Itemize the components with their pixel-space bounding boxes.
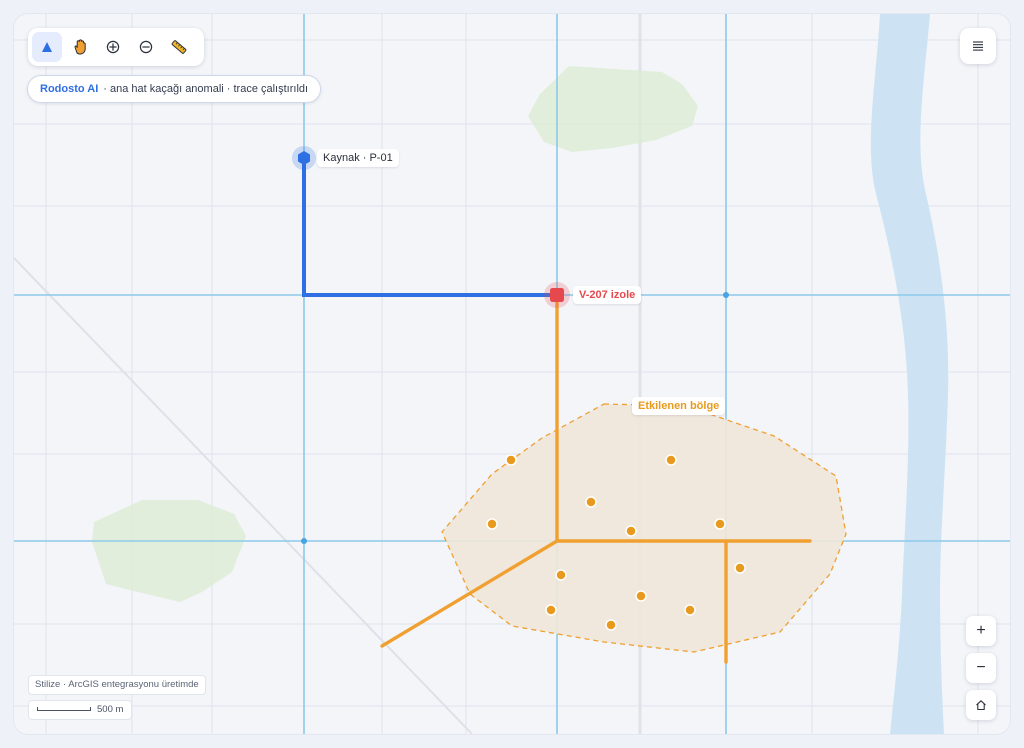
source-marker-icon[interactable]: [292, 146, 316, 170]
scale-label: 500 m: [97, 704, 124, 715]
river: [870, 14, 949, 734]
zoom-in-button[interactable]: +: [966, 616, 996, 646]
affected-zone-label: Etkilenen bölge: [632, 397, 726, 415]
service-connection: [585, 496, 597, 508]
ai-status-message: · ana hat kaçağı anomali · trace çalıştı…: [103, 83, 309, 95]
source-label: Kaynak · P-01: [317, 149, 399, 167]
map-canvas[interactable]: [14, 14, 1010, 734]
service-connection: [555, 569, 567, 581]
pointer-arrow-icon: [42, 42, 52, 52]
layers-menu-button[interactable]: [960, 28, 996, 64]
grid-junction: [723, 292, 729, 298]
valve-label: V-207 izole: [573, 286, 642, 304]
scale-bar-line: [37, 707, 91, 711]
service-connection: [714, 518, 726, 530]
service-connection: [505, 454, 517, 466]
zoom-out-button[interactable]: −: [966, 653, 996, 683]
hand-icon: [74, 39, 86, 55]
ai-status-pill: Rodosto AI · ana hat kaçağı anomali · tr…: [27, 75, 321, 103]
ai-brand-label: Rodosto AI: [40, 83, 99, 95]
pan-tool-button[interactable]: [65, 32, 95, 62]
service-connection: [665, 454, 677, 466]
map-view[interactable]: Kaynak · P-01 V-207 izole Etkilenen bölg…: [14, 14, 1010, 734]
service-connection: [684, 604, 696, 616]
home-button[interactable]: [966, 690, 996, 720]
service-connection: [635, 590, 647, 602]
service-connection: [605, 619, 617, 631]
select-tool-button[interactable]: [32, 32, 62, 62]
home-icon: [976, 700, 986, 711]
zoom-out-tool-button[interactable]: [131, 32, 161, 62]
map-toolbar: [28, 28, 204, 66]
valve-marker-icon[interactable]: [544, 282, 570, 308]
service-connection: [734, 562, 746, 574]
zoom-out-icon: [139, 40, 153, 54]
list-menu-icon: [973, 41, 983, 51]
park-area-north: [528, 66, 698, 152]
service-connection: [486, 518, 498, 530]
diagonal-road: [14, 257, 473, 734]
service-connection: [625, 525, 637, 537]
source-pipe: [302, 158, 557, 297]
affected-zone[interactable]: [441, 403, 847, 653]
grid-junction: [301, 538, 307, 544]
zoom-in-tool-button[interactable]: [98, 32, 128, 62]
measure-tool-button[interactable]: [164, 32, 194, 62]
scale-bar: 500 m: [28, 700, 132, 720]
ruler-icon: [171, 40, 187, 54]
map-attribution: Stilize · ArcGIS entegrasyonu üretimde: [28, 675, 206, 695]
service-connection: [545, 604, 557, 616]
zoom-in-icon: [106, 40, 120, 54]
park-area-west: [92, 500, 246, 602]
